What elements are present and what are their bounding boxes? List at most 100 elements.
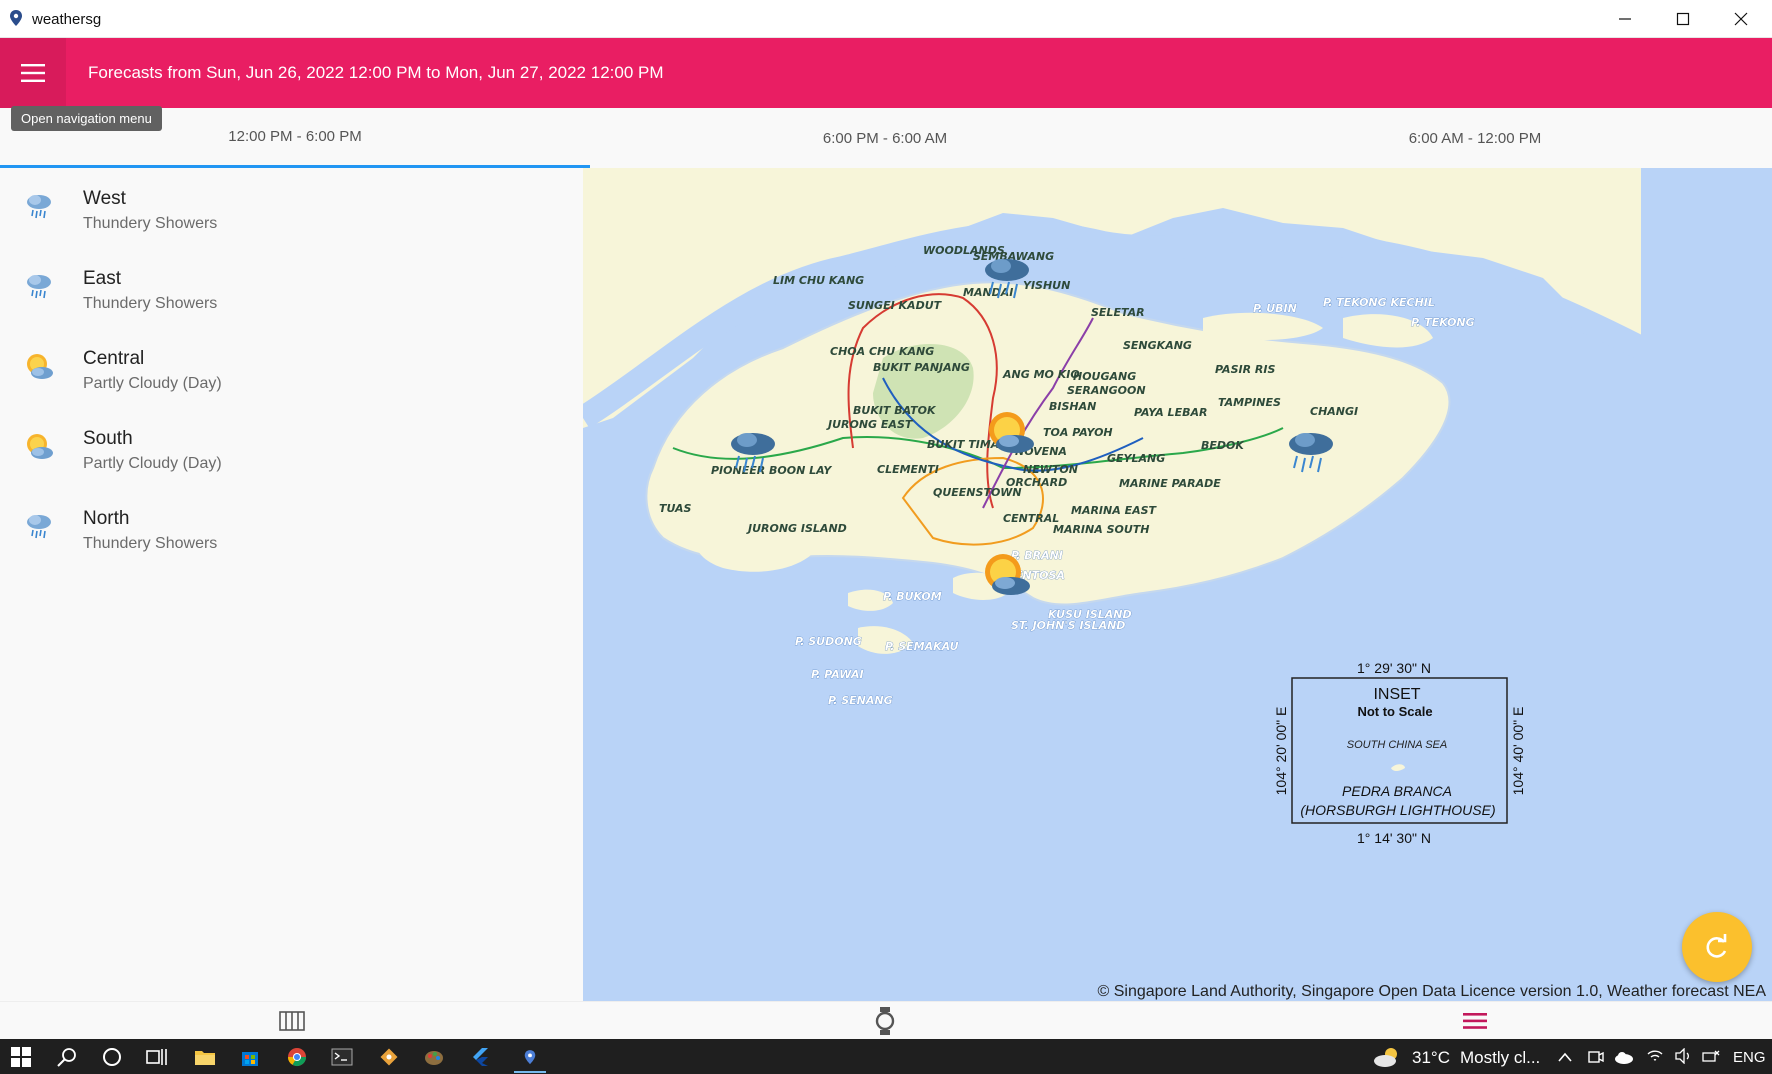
task-view-button[interactable] <box>145 1045 169 1069</box>
map-label: P. SEMAKAU <box>885 640 959 653</box>
list-view-nav-button[interactable] <box>1445 1006 1505 1036</box>
map-label: P. UBIN <box>1253 302 1297 315</box>
map-label: CLEMENTI <box>877 463 939 476</box>
maximize-button[interactable] <box>1654 0 1712 38</box>
map-label: ANG MO KIO <box>1002 368 1080 381</box>
thundery-showers-icon <box>27 275 51 299</box>
tab-night[interactable]: 6:00 PM - 6:00 AM <box>590 108 1180 168</box>
start-button[interactable] <box>9 1045 33 1069</box>
refresh-icon <box>1706 934 1727 958</box>
app-pin-icon <box>10 10 22 26</box>
refresh-button[interactable] <box>1682 912 1752 982</box>
map-label: PASIR RIS <box>1215 363 1275 376</box>
store-bag-icon <box>242 1052 258 1066</box>
cortana-button[interactable] <box>100 1045 124 1069</box>
inset-lighthouse-label: (HORSBURGH LIGHTHOUSE) <box>1300 802 1495 818</box>
map-label: ST. JOHN'S ISLAND <box>1011 619 1125 632</box>
list-item-east[interactable]: East Thundery Showers <box>0 248 583 328</box>
chrome-button[interactable] <box>285 1045 309 1069</box>
terminal-button[interactable] <box>330 1045 354 1069</box>
inset-top-latitude: 1° 29' 30" N <box>1357 660 1431 676</box>
window-title: weathersg <box>32 11 102 28</box>
maximize-icon <box>1676 12 1690 26</box>
map-label: P. TEKONG <box>1411 316 1475 329</box>
list-item-central[interactable]: Central Partly Cloudy (Day) <box>0 328 583 408</box>
region-name: West <box>83 188 126 209</box>
chevron-up-icon[interactable] <box>1558 1052 1572 1062</box>
inset-left-longitude: 104° 20' 00" E <box>1273 707 1289 796</box>
chrome-icon <box>288 1048 306 1067</box>
region-forecast: Thundery Showers <box>83 215 218 232</box>
close-icon <box>1734 12 1748 26</box>
map-label: MARINA EAST <box>1071 504 1158 517</box>
minimize-icon <box>1619 18 1631 20</box>
map-label: P. PAWAI <box>811 668 864 681</box>
map-label: NEWTON <box>1023 463 1078 476</box>
map-label: SERANGOON <box>1067 384 1146 397</box>
map-label: BUKIT BATOK <box>853 404 937 417</box>
map-label: GEYLANG <box>1107 452 1165 465</box>
search-button[interactable] <box>55 1045 79 1069</box>
map-label: CENTRAL <box>1003 512 1059 525</box>
pedra-branca-island <box>1391 764 1405 771</box>
speaker-icon[interactable] <box>1674 1048 1692 1064</box>
meet-now-icon[interactable] <box>1588 1049 1604 1065</box>
map-label: YISHUN <box>1023 279 1070 292</box>
terminal-icon <box>331 1048 353 1066</box>
list-item-west[interactable]: West Thundery Showers <box>0 168 583 248</box>
onedrive-cloud-icon[interactable] <box>1614 1050 1634 1064</box>
map-label: P. TEKONG KECHIL <box>1323 296 1435 309</box>
forecast-table-nav-button[interactable] <box>262 1006 322 1036</box>
forecast-period-heading: Forecasts from Sun, Jun 26, 2022 12:00 P… <box>88 63 664 82</box>
list-item-south[interactable]: South Partly Cloudy (Day) <box>0 408 583 488</box>
inset-sea-label: SOUTH CHINA SEA <box>1347 739 1447 751</box>
close-button[interactable] <box>1712 0 1770 38</box>
map-label: JURONG EAST <box>826 418 914 431</box>
map-label: JURONG ISLAND <box>746 522 847 535</box>
region-name: South <box>83 428 133 449</box>
window-title-bar: weathersg <box>0 0 1772 38</box>
map-label: P. BUKOM <box>883 590 942 603</box>
map-label: SELETAR <box>1091 306 1145 319</box>
paint-app-button[interactable] <box>422 1045 446 1069</box>
hamburger-menu-icon <box>21 64 45 82</box>
tab-morning[interactable]: 6:00 AM - 12:00 PM <box>1180 108 1770 168</box>
map-copyright: © Singapore Land Authority, Singapore Op… <box>1097 983 1766 1000</box>
app-pin-icon <box>524 1050 536 1065</box>
map-label: P. SENANG <box>828 694 893 707</box>
list-item-north[interactable]: North Thundery Showers <box>0 488 583 568</box>
map-label: CHANGI <box>1310 405 1358 418</box>
map-label: SUNGEI KADUT <box>848 299 943 312</box>
singapore-weather-map[interactable]: LIM CHU KANG WOODLANDS SEMBAWANG MANDAI … <box>583 168 1772 1001</box>
tray-weather-description[interactable]: Mostly cl... <box>1460 1048 1540 1068</box>
map-label: MARINE PARADE <box>1119 477 1221 490</box>
map-label: PIONEER BOON LAY <box>711 464 832 477</box>
watch-icon <box>875 1007 895 1035</box>
map-label: TUAS <box>659 502 691 515</box>
app-header: Forecasts from Sun, Jun 26, 2022 12:00 P… <box>0 38 1772 108</box>
wifi-icon[interactable] <box>1646 1048 1664 1064</box>
flutter-app-button[interactable] <box>468 1045 492 1069</box>
map-label: QUEENSTOWN <box>933 486 1022 499</box>
tray-language[interactable]: ENG <box>1733 1049 1766 1066</box>
map-label: LIM CHU KANG <box>773 274 864 287</box>
tab-label: 12:00 PM - 6:00 PM <box>228 128 362 145</box>
map-label: SENGKANG <box>1123 339 1192 352</box>
region-forecast: Partly Cloudy (Day) <box>83 455 222 472</box>
minimize-button[interactable] <box>1596 0 1654 38</box>
partly-cloudy-day-icon <box>27 434 53 459</box>
weathersg-taskbar-button[interactable] <box>514 1045 546 1073</box>
thundery-showers-icon <box>27 195 51 219</box>
git-app-button[interactable] <box>377 1045 401 1069</box>
network-disconnected-icon[interactable] <box>1702 1049 1720 1065</box>
navigation-menu-button[interactable] <box>0 38 66 108</box>
watch-nav-button[interactable] <box>855 1006 915 1036</box>
weather-cloud-icon <box>1374 1048 1397 1067</box>
cortana-icon <box>103 1048 121 1066</box>
store-button[interactable] <box>238 1045 262 1069</box>
bottom-navigation <box>0 1001 1772 1039</box>
thundery-showers-icon <box>27 515 51 539</box>
tab-label: 6:00 PM - 6:00 AM <box>822 129 948 147</box>
inset-scale-note: Not to Scale <box>1357 704 1432 719</box>
file-explorer-button[interactable] <box>193 1045 217 1069</box>
